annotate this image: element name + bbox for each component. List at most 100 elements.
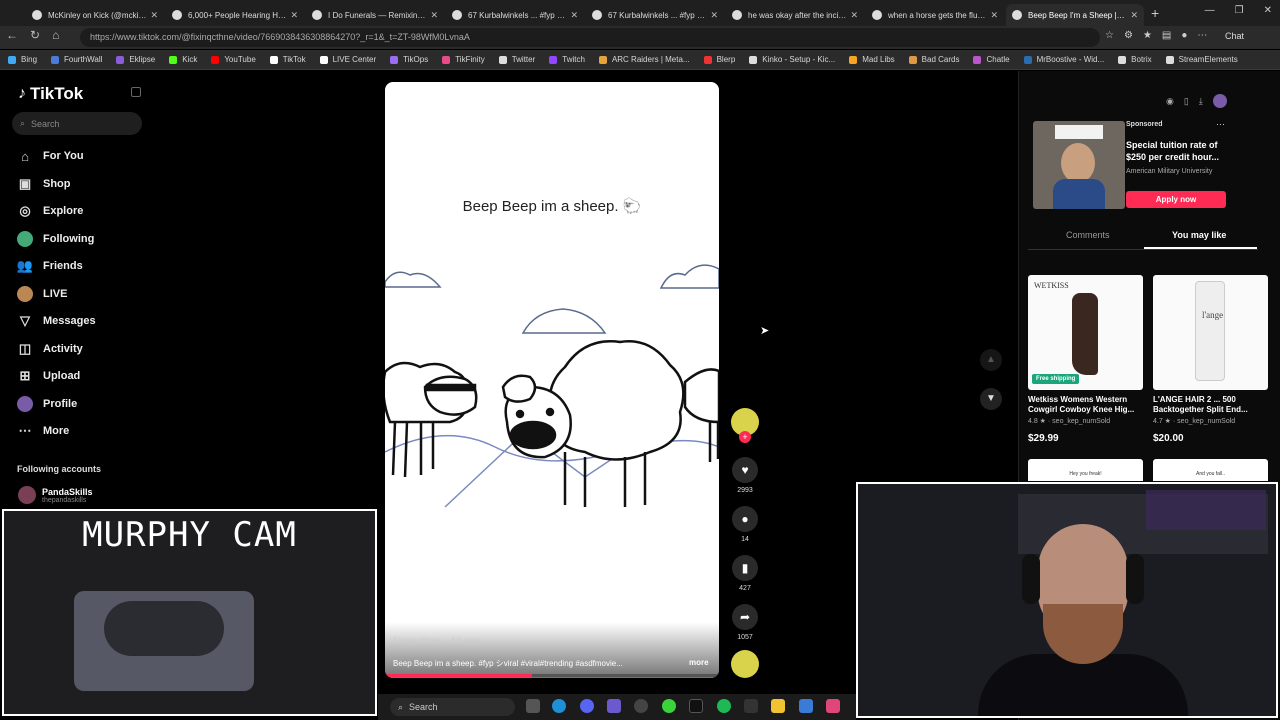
more-link[interactable]: more — [689, 658, 709, 667]
bookmark-item[interactable]: Bad Cards — [908, 55, 959, 64]
bookmark-item[interactable]: TikTok — [269, 55, 306, 64]
phone-icon[interactable]: ▯ — [1184, 96, 1189, 107]
sidebar-item-messages[interactable]: ▽ Messages — [17, 313, 96, 329]
sidebar-item-friends[interactable]: 👥 Friends — [17, 258, 83, 274]
maximize-icon[interactable]: ❐ — [1235, 5, 1244, 16]
bookmark-item[interactable]: StreamElements — [1165, 55, 1238, 64]
close-tab-icon[interactable]: ✕ — [990, 10, 998, 21]
bookmark-item[interactable]: Kick — [169, 55, 197, 64]
follow-plus-icon[interactable]: + — [739, 431, 751, 443]
comment-button[interactable]: ● 14 — [731, 506, 759, 543]
close-tab-icon[interactable]: ✕ — [850, 10, 858, 21]
share-button[interactable]: ➦ 1057 — [731, 604, 759, 641]
bookmark-item[interactable]: Kinko - Setup - Kic... — [749, 55, 835, 64]
browser-tab[interactable]: 6,000+ People Hearing Halo on ✕ — [166, 4, 304, 26]
browser-tab[interactable]: Beep Beep I'm a Sheep | as ✕ — [1006, 4, 1144, 26]
like-button[interactable]: ♥ 2993 — [731, 457, 759, 494]
notes-icon[interactable] — [799, 699, 813, 713]
bookmark-item[interactable]: TikOps — [390, 55, 428, 64]
tab-you-may-like[interactable]: You may like — [1172, 230, 1226, 240]
bookmark-item[interactable]: Twitter — [498, 55, 535, 64]
close-tab-icon[interactable]: ✕ — [1130, 10, 1138, 21]
close-tab-icon[interactable]: ✕ — [570, 10, 578, 21]
browser-tab[interactable]: McKinley on Kick (@mckinley.tv) ✕ — [26, 4, 164, 26]
bookmark-item[interactable]: Chatle — [973, 55, 1010, 64]
bookmark-item[interactable]: TikFinity — [442, 55, 485, 64]
sidebar-item-activity[interactable]: ◫ Activity — [17, 341, 83, 357]
coins-icon[interactable]: ◉ — [1166, 96, 1174, 107]
close-icon[interactable]: ✕ — [1264, 5, 1272, 16]
menu-icon[interactable]: ⋯ — [1197, 30, 1207, 41]
sound-disc-icon[interactable] — [731, 650, 759, 678]
close-tab-icon[interactable]: ✕ — [150, 10, 158, 21]
collections-icon[interactable]: ▤ — [1162, 30, 1171, 41]
browser-tab[interactable]: he was okay after the incident. ✕ — [726, 4, 864, 26]
product-card-peek[interactable]: Hey you freak! — [1028, 459, 1143, 481]
close-tab-icon[interactable]: ✕ — [290, 10, 298, 21]
address-bar[interactable]: https://www.tiktok.com/@fixinqcthne/vide… — [80, 28, 1100, 47]
browser-tab[interactable]: I Do Funerals — Remixing Classic ✕ — [306, 4, 444, 26]
home-icon[interactable]: ⌂ — [52, 28, 59, 42]
bookmark-item[interactable]: Botrix — [1118, 55, 1152, 64]
bookmark-item[interactable]: Bing — [8, 55, 37, 64]
bookmark-item[interactable]: FourthWall — [51, 55, 102, 64]
profile-icon[interactable]: ● — [1181, 30, 1187, 41]
video-username[interactable]: fixinqcthne · 4d ago — [393, 636, 480, 647]
product-card[interactable]: l'ange L'ANGE HAIR 2 ... 500 Backtogethe… — [1153, 275, 1268, 444]
bookmark-item[interactable]: Mad Libs — [849, 55, 895, 64]
close-tab-icon[interactable]: ✕ — [710, 10, 718, 21]
app-icon[interactable] — [826, 699, 840, 713]
bookmark-item[interactable]: LIVE Center — [319, 55, 376, 64]
close-tab-icon[interactable]: ✕ — [430, 10, 438, 21]
tab-comments[interactable]: Comments — [1066, 230, 1110, 240]
avatar[interactable] — [1212, 94, 1227, 108]
ad-thumbnail[interactable] — [1033, 121, 1125, 209]
bookmark-item[interactable]: Eklipse — [116, 55, 155, 64]
extensions-icon[interactable]: ⚙ — [1124, 30, 1133, 41]
task-view-icon[interactable] — [526, 699, 540, 713]
next-video-button[interactable]: ▼ — [980, 388, 1002, 410]
bookmark-item[interactable]: Twitch — [549, 55, 585, 64]
edge-icon[interactable] — [552, 699, 566, 713]
sidebar-item-explore[interactable]: ◎ Explore — [17, 203, 83, 219]
sidebar-item-for-you[interactable]: ⌂ For You — [17, 148, 83, 164]
sidebar-item-shop[interactable]: ▣ Shop — [17, 176, 71, 192]
favorites-icon[interactable]: ★ — [1143, 30, 1152, 41]
discord-icon[interactable] — [580, 699, 594, 713]
bookmark-item[interactable]: YouTube — [211, 55, 256, 64]
browser-tab[interactable]: 67 Kurbalwinkels ... #fyp #cam ✕ — [446, 4, 584, 26]
sidebar-item-profile[interactable]: Profile — [17, 395, 77, 412]
sidebar-item-following[interactable]: Following — [17, 230, 94, 247]
folder-icon[interactable] — [771, 699, 785, 713]
terminal-icon[interactable] — [689, 699, 703, 713]
collapse-sidebar-icon[interactable] — [131, 87, 141, 97]
previous-video-button[interactable]: ▲ — [980, 349, 1002, 371]
ad-title[interactable]: Special tuition rate of $250 per credit … — [1126, 139, 1236, 163]
tiktok-logo[interactable]: ♪ TikTok — [18, 84, 83, 104]
spotify-icon[interactable] — [717, 699, 731, 713]
browser-tab[interactable]: when a horse gets the flu you s ✕ — [866, 4, 1004, 26]
bookmark-item[interactable]: MrBoostive - Wid... — [1023, 55, 1104, 64]
reload-icon[interactable]: ↻ — [30, 28, 40, 42]
bookmark-item[interactable]: ARC Raiders | Meta... — [598, 55, 690, 64]
chat-button[interactable]: Chat — [1225, 31, 1244, 41]
bookmark-item[interactable]: Blerp — [703, 55, 735, 64]
taskbar-search[interactable]: ⌕ Search — [390, 698, 515, 716]
steam-icon[interactable] — [744, 699, 758, 713]
xbox-icon[interactable] — [662, 699, 676, 713]
bookmark-star-icon[interactable]: ☆ — [1105, 30, 1114, 41]
new-tab-button[interactable]: + — [1151, 5, 1159, 21]
video-player[interactable]: Beep Beep im a sheep. 🐑 fixinqcthne · 4d… — [385, 82, 719, 678]
back-icon[interactable]: ← — [6, 28, 18, 42]
minimize-icon[interactable]: — — [1205, 5, 1215, 16]
obs-icon[interactable] — [634, 699, 648, 713]
search-input[interactable]: ⌕ Search — [12, 112, 142, 135]
sidebar-item-more[interactable]: ⋯ More — [17, 423, 70, 439]
save-button[interactable]: ▮ 427 — [731, 555, 759, 592]
product-card-peek[interactable]: And you fall.. — [1153, 459, 1268, 481]
product-card[interactable]: WETKISS Free shipping Wetkiss Womens Wes… — [1028, 275, 1143, 444]
sidebar-item-upload[interactable]: ⊞ Upload — [17, 368, 81, 384]
apply-now-button[interactable]: Apply now — [1126, 191, 1226, 208]
sidebar-item-live[interactable]: LIVE — [17, 285, 67, 302]
app-grid-icon[interactable] — [607, 699, 621, 713]
